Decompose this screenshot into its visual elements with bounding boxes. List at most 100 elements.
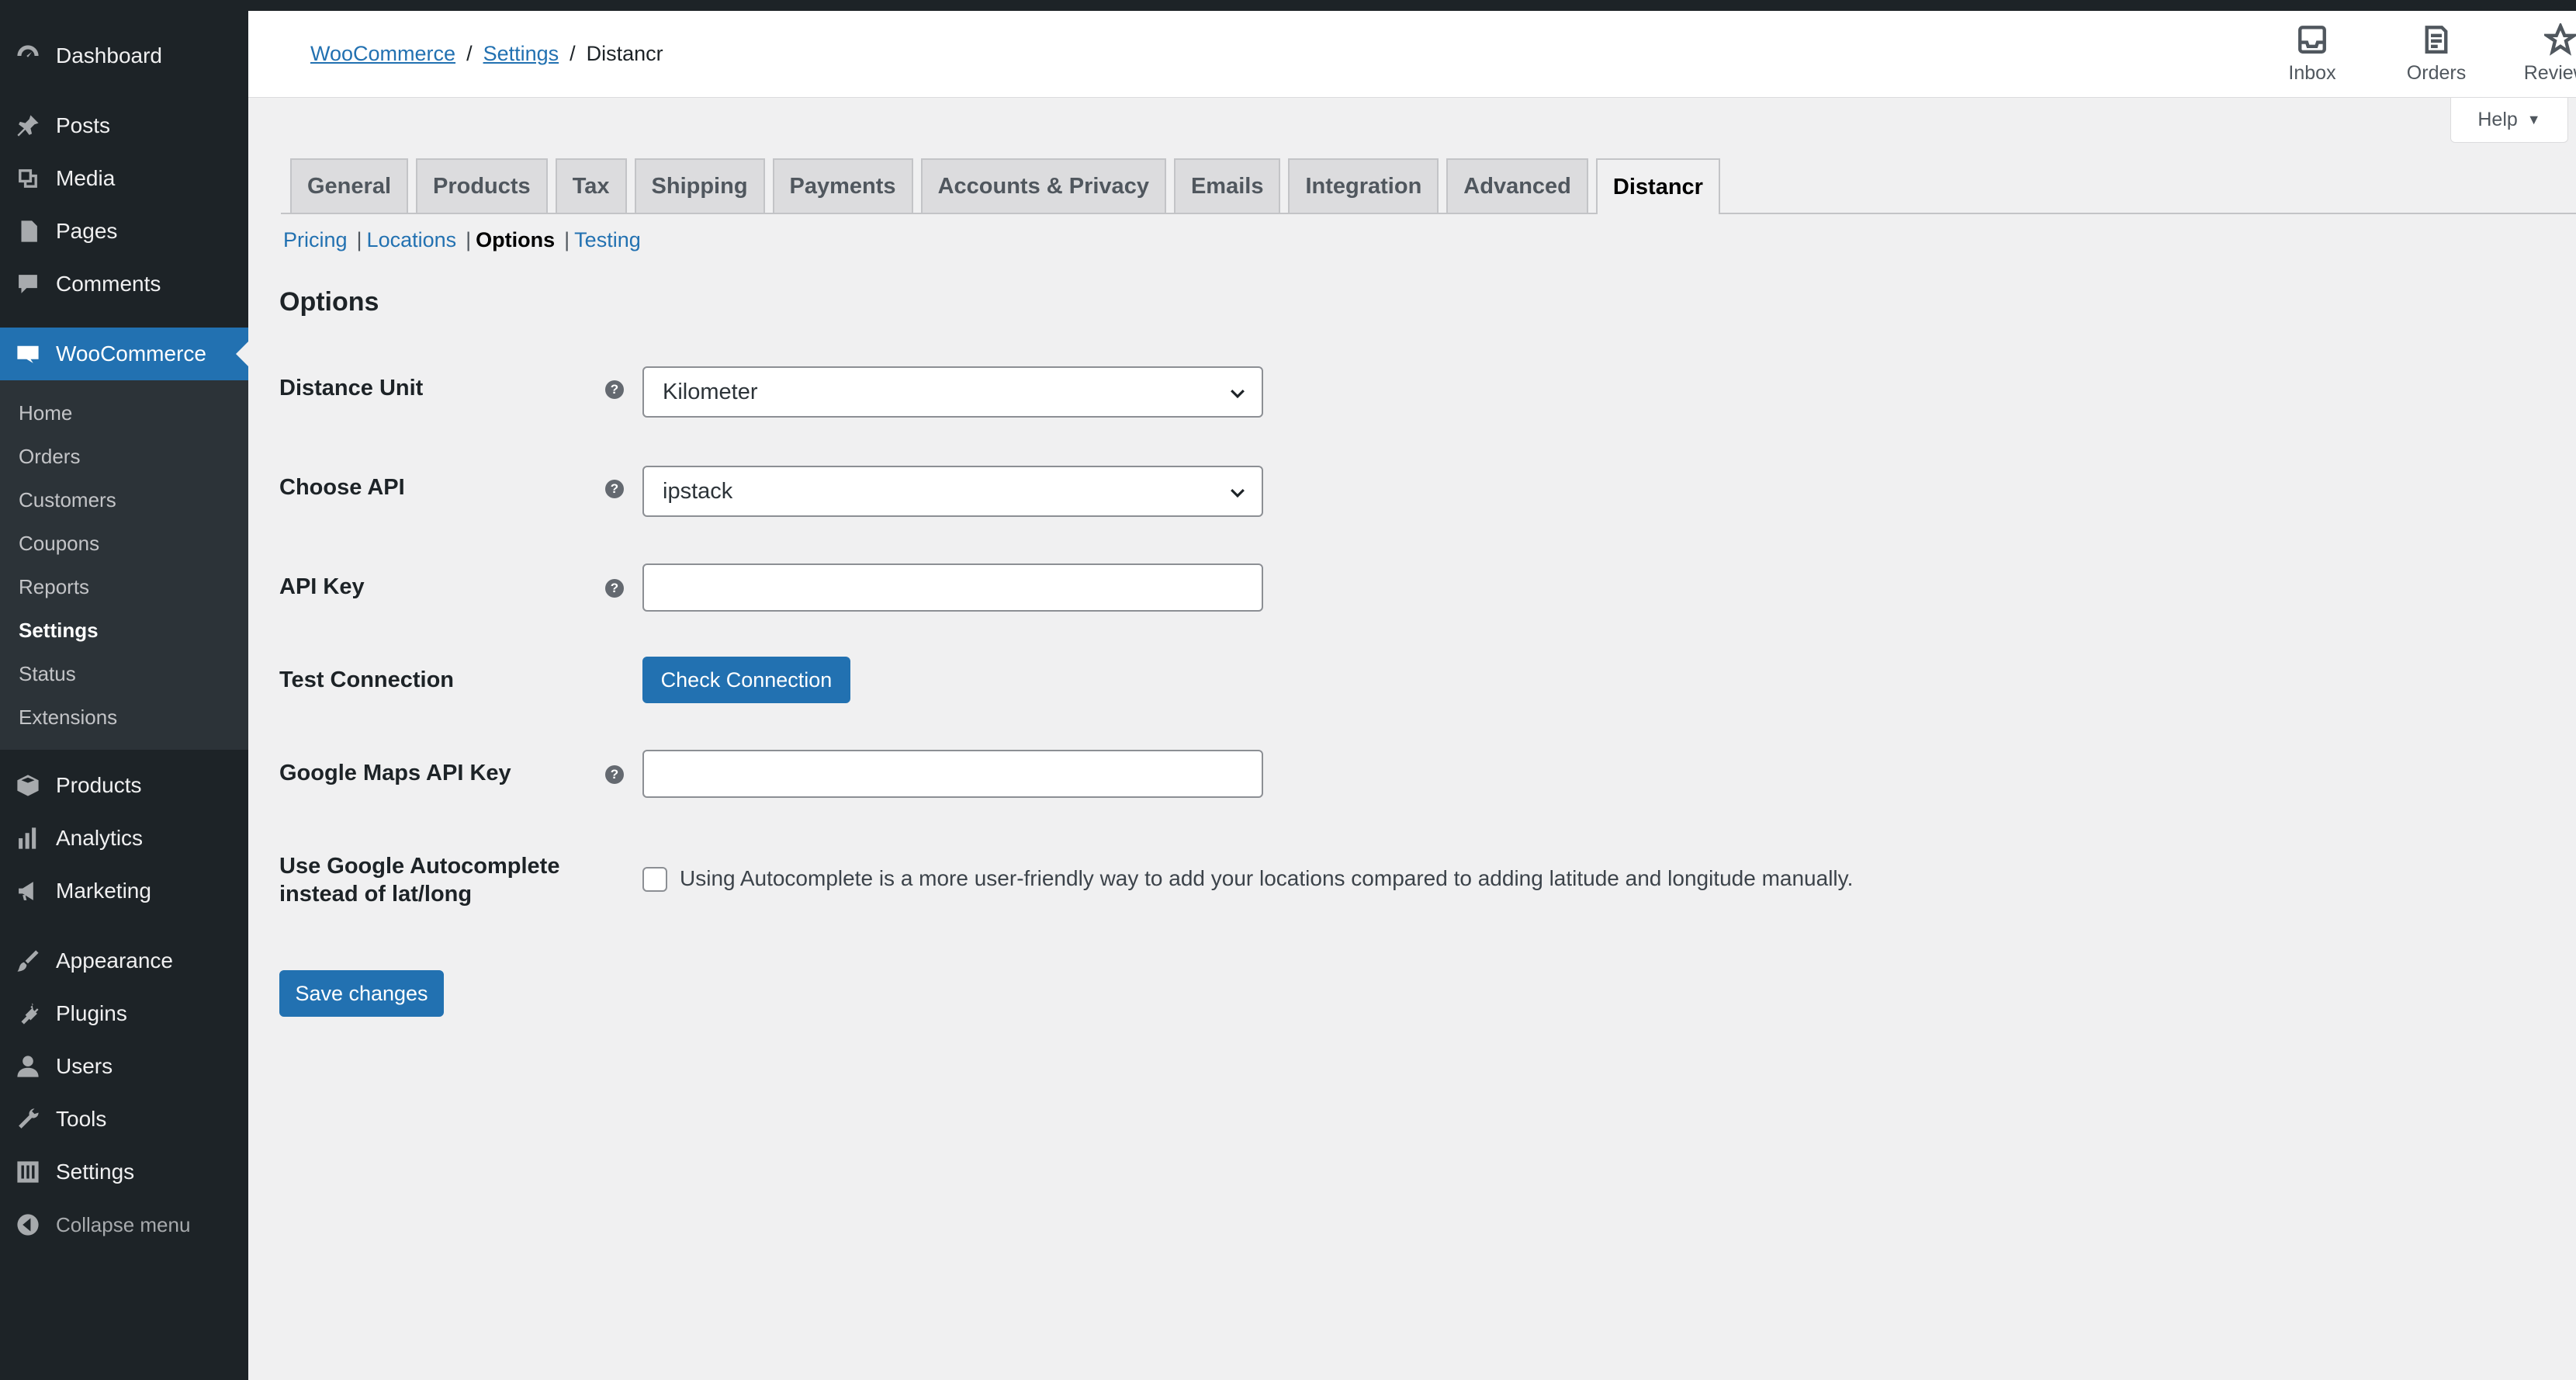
header-actions: Inbox Orders Reviews: [2250, 23, 2576, 85]
breadcrumb-woocommerce[interactable]: WooCommerce: [310, 42, 455, 66]
help-tip-icon[interactable]: ?: [605, 480, 624, 498]
collapse-menu-button[interactable]: Collapse menu: [0, 1198, 248, 1251]
tab-integration[interactable]: Integration: [1288, 158, 1439, 213]
tab-accounts-privacy[interactable]: Accounts & Privacy: [920, 158, 1166, 213]
plug-icon: [14, 1000, 42, 1028]
caret-down-icon: ▼: [2526, 112, 2541, 127]
submenu-orders[interactable]: Orders: [0, 435, 248, 478]
pages-icon: [14, 217, 42, 245]
save-changes-button[interactable]: Save changes: [279, 970, 444, 1017]
tab-payments[interactable]: Payments: [772, 158, 913, 213]
subsection-options: Options: [476, 228, 556, 251]
menu-woocommerce[interactable]: WooCommerce: [0, 328, 248, 380]
tab-tax[interactable]: Tax: [555, 158, 627, 213]
google-maps-key-label: Google Maps API Key: [279, 761, 511, 785]
menu-appearance[interactable]: Appearance: [0, 934, 248, 987]
section-title: Options: [279, 287, 379, 317]
tab-emails[interactable]: Emails: [1173, 158, 1281, 213]
subsection-testing[interactable]: Testing: [574, 228, 641, 252]
choose-api-value: ipstack: [663, 478, 733, 504]
admin-sidebar: Dashboard Posts Media Pages Comments Woo…: [0, 11, 248, 1380]
user-icon: [14, 1052, 42, 1080]
inbox-button[interactable]: Inbox: [2250, 23, 2374, 85]
api-key-input[interactable]: [642, 563, 1263, 612]
tab-products[interactable]: Products: [416, 158, 548, 213]
autocomplete-label-line2: instead of lat/long: [279, 882, 473, 907]
submenu-customers[interactable]: Customers: [0, 478, 248, 522]
tab-distancr[interactable]: Distancr: [1595, 158, 1720, 214]
bar-chart-icon: [14, 824, 42, 852]
page-header: WooCommerce / Settings / Distancr Inbox …: [248, 11, 2576, 98]
submenu-coupons[interactable]: Coupons: [0, 522, 248, 565]
subsection-sep: |: [466, 228, 472, 251]
subsection-pricing[interactable]: Pricing: [283, 228, 348, 252]
woocommerce-submenu: Home Orders Customers Coupons Reports Se…: [0, 380, 248, 750]
menu-products[interactable]: Products: [0, 759, 248, 812]
autocomplete-checkbox[interactable]: [642, 867, 667, 892]
chevron-down-icon: [1231, 488, 1245, 498]
submenu-extensions[interactable]: Extensions: [0, 695, 248, 739]
help-tip-icon[interactable]: ?: [605, 380, 624, 399]
menu-posts[interactable]: Posts: [0, 99, 248, 152]
menu-comments[interactable]: Comments: [0, 258, 248, 310]
subsection-sep: |: [356, 228, 362, 251]
breadcrumb: WooCommerce / Settings / Distancr: [310, 42, 663, 66]
collapse-arrow-icon: [14, 1211, 42, 1239]
brush-icon: [14, 947, 42, 975]
dashboard-icon: [14, 42, 42, 70]
reviews-button[interactable]: Reviews: [2498, 23, 2576, 85]
breadcrumb-settings[interactable]: Settings: [483, 42, 559, 66]
woo-icon: [14, 340, 42, 368]
chevron-down-icon: [1231, 389, 1245, 399]
submenu-home[interactable]: Home: [0, 391, 248, 435]
help-tip-icon[interactable]: ?: [605, 579, 624, 598]
box-icon: [14, 771, 42, 799]
menu-dashboard[interactable]: Dashboard: [0, 29, 248, 82]
choose-api-label: Choose API: [279, 475, 405, 500]
google-maps-key-input[interactable]: [642, 750, 1263, 798]
tab-shipping[interactable]: Shipping: [634, 158, 765, 213]
distance-unit-label: Distance Unit: [279, 376, 424, 400]
wrench-icon: [14, 1105, 42, 1133]
submenu-reports[interactable]: Reports: [0, 565, 248, 609]
autocomplete-label-line1: Use Google Autocomplete: [279, 854, 560, 879]
inbox-icon: [2298, 26, 2326, 54]
submenu-status[interactable]: Status: [0, 652, 248, 695]
help-tip-icon[interactable]: ?: [605, 765, 624, 784]
breadcrumb-current: Distancr: [586, 42, 663, 65]
choose-api-select[interactable]: ipstack: [642, 466, 1263, 517]
help-tab[interactable]: Help ▼: [2450, 98, 2568, 143]
star-icon: [2544, 23, 2576, 56]
pin-icon: [14, 112, 42, 140]
tab-general[interactable]: General: [290, 158, 408, 213]
submenu-settings[interactable]: Settings: [0, 609, 248, 652]
orders-icon: [2425, 26, 2448, 54]
breadcrumb-sep: /: [570, 42, 576, 65]
sliders-icon: [14, 1158, 42, 1186]
menu-analytics[interactable]: Analytics: [0, 812, 248, 865]
settings-tabs: General Products Tax Shipping Payments A…: [290, 158, 1720, 214]
admin-bar: [0, 0, 2576, 11]
menu-tools[interactable]: Tools: [0, 1093, 248, 1146]
distance-unit-value: Kilometer: [663, 379, 758, 404]
menu-pages[interactable]: Pages: [0, 205, 248, 258]
menu-marketing[interactable]: Marketing: [0, 865, 248, 917]
distance-unit-select[interactable]: Kilometer: [642, 366, 1263, 418]
breadcrumb-sep: /: [466, 42, 473, 65]
menu-media[interactable]: Media: [0, 152, 248, 205]
subsection-sep: |: [564, 228, 570, 251]
autocomplete-label: Use Google Autocomplete instead of lat/l…: [279, 852, 559, 908]
menu-users[interactable]: Users: [0, 1040, 248, 1093]
api-key-label: API Key: [279, 574, 365, 599]
subsection-locations[interactable]: Locations: [367, 228, 457, 252]
tab-advanced[interactable]: Advanced: [1446, 158, 1588, 213]
comment-icon: [14, 270, 42, 298]
orders-button[interactable]: Orders: [2374, 23, 2498, 85]
menu-settings[interactable]: Settings: [0, 1146, 248, 1198]
subsection-links: Pricing | Locations | Options | Testing: [283, 228, 641, 252]
menu-plugins[interactable]: Plugins: [0, 987, 248, 1040]
check-connection-button[interactable]: Check Connection: [642, 657, 850, 703]
media-icon: [14, 165, 42, 192]
test-connection-label: Test Connection: [279, 667, 455, 692]
autocomplete-description: Using Autocomplete is a more user-friend…: [680, 866, 1854, 890]
